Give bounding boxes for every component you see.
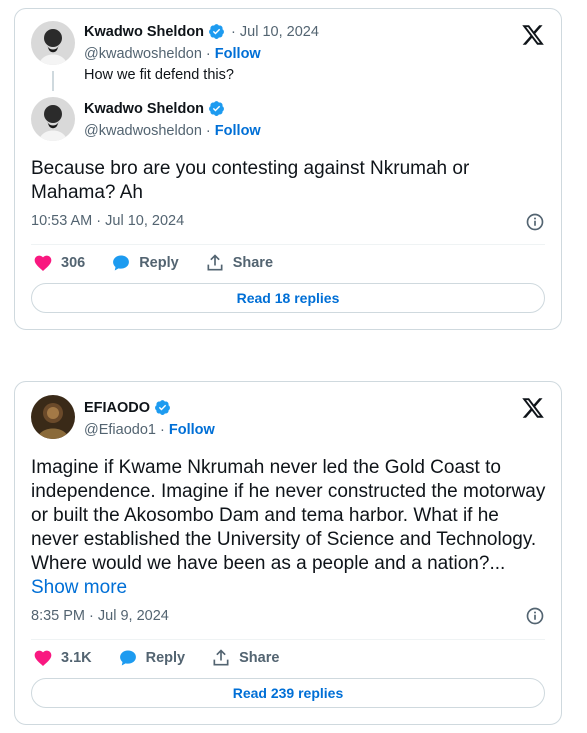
reply-button[interactable]: Reply xyxy=(111,253,179,273)
author-avatar[interactable] xyxy=(31,395,75,439)
x-logo-icon[interactable] xyxy=(521,396,545,420)
action-bar: 306 Reply Share xyxy=(33,253,299,273)
author-avatar[interactable] xyxy=(31,97,75,141)
quoted-name-row: Kwadwo Sheldon · Jul 10, 2024 xyxy=(84,23,319,40)
tweet-card-1[interactable]: Kwadwo Sheldon · Jul 10, 2024 @kwadwoshe… xyxy=(14,8,562,330)
follow-button[interactable]: Follow xyxy=(215,123,261,139)
heart-icon xyxy=(34,255,52,271)
tweet-timestamp[interactable]: 10:53 AM · Jul 10, 2024 xyxy=(31,213,184,229)
quoted-date[interactable]: · Jul 10, 2024 xyxy=(231,24,319,40)
quoted-author-avatar[interactable] xyxy=(31,21,75,65)
divider xyxy=(31,244,545,245)
quoted-author-name[interactable]: Kwadwo Sheldon xyxy=(84,24,204,40)
info-icon[interactable] xyxy=(525,606,545,626)
reply-button[interactable]: Reply xyxy=(118,648,186,668)
verified-badge-icon xyxy=(208,100,225,117)
follow-button[interactable]: Follow xyxy=(169,422,215,438)
info-icon[interactable] xyxy=(525,212,545,232)
x-logo-icon[interactable] xyxy=(521,23,545,47)
show-more-link[interactable]: Show more xyxy=(31,577,127,598)
verified-badge-icon xyxy=(208,23,225,40)
like-button[interactable]: 306 xyxy=(33,253,85,273)
heart-icon xyxy=(34,650,52,666)
read-replies-button[interactable]: Read 239 replies xyxy=(31,678,545,708)
author-name-row: EFIAODO xyxy=(84,399,171,416)
reply-label: Reply xyxy=(145,650,186,666)
reply-bubble-icon xyxy=(113,255,130,271)
like-count: 3.1K xyxy=(61,650,92,666)
author-handle-row: @kwadwosheldon · Follow xyxy=(84,123,261,139)
share-upload-icon xyxy=(207,254,223,271)
reply-label: Reply xyxy=(139,255,179,271)
divider xyxy=(31,639,545,640)
tweet-text: Imagine if Kwame Nkrumah never led the G… xyxy=(31,456,547,600)
reply-bubble-icon xyxy=(119,650,136,666)
verified-badge-icon xyxy=(154,399,171,416)
thread-connector-line xyxy=(52,71,54,91)
quoted-handle-row: @kwadwosheldon · Follow xyxy=(84,46,261,62)
author-handle[interactable]: @kwadwosheldon xyxy=(84,123,202,139)
author-handle[interactable]: @Efiaodo1 xyxy=(84,422,156,438)
share-button[interactable]: Share xyxy=(205,253,273,273)
author-handle-row: @Efiaodo1 · Follow xyxy=(84,422,215,438)
action-bar: 3.1K Reply Share xyxy=(33,648,305,668)
read-replies-button[interactable]: Read 18 replies xyxy=(31,283,545,313)
author-name-row: Kwadwo Sheldon xyxy=(84,100,225,117)
share-upload-icon xyxy=(213,649,229,666)
share-label: Share xyxy=(239,650,280,666)
tweet-timestamp[interactable]: 8:35 PM · Jul 9, 2024 xyxy=(31,608,169,624)
share-label: Share xyxy=(232,255,274,271)
quoted-tweet-text: How we fit defend this? xyxy=(84,67,234,83)
quoted-handle[interactable]: @kwadwosheldon xyxy=(84,46,202,62)
tweet-card-2[interactable]: EFIAODO @Efiaodo1 · Follow Imagine if Kw… xyxy=(14,381,562,725)
like-button[interactable]: 3.1K xyxy=(33,648,92,668)
author-name[interactable]: Kwadwo Sheldon xyxy=(84,101,204,117)
share-button[interactable]: Share xyxy=(211,648,279,668)
quoted-follow-button[interactable]: Follow xyxy=(215,46,261,62)
tweet-text: Because bro are you contesting against N… xyxy=(31,158,470,203)
like-count: 306 xyxy=(61,255,86,271)
tweet-text-content: Imagine if Kwame Nkrumah never led the G… xyxy=(31,457,546,574)
author-name[interactable]: EFIAODO xyxy=(84,400,150,416)
